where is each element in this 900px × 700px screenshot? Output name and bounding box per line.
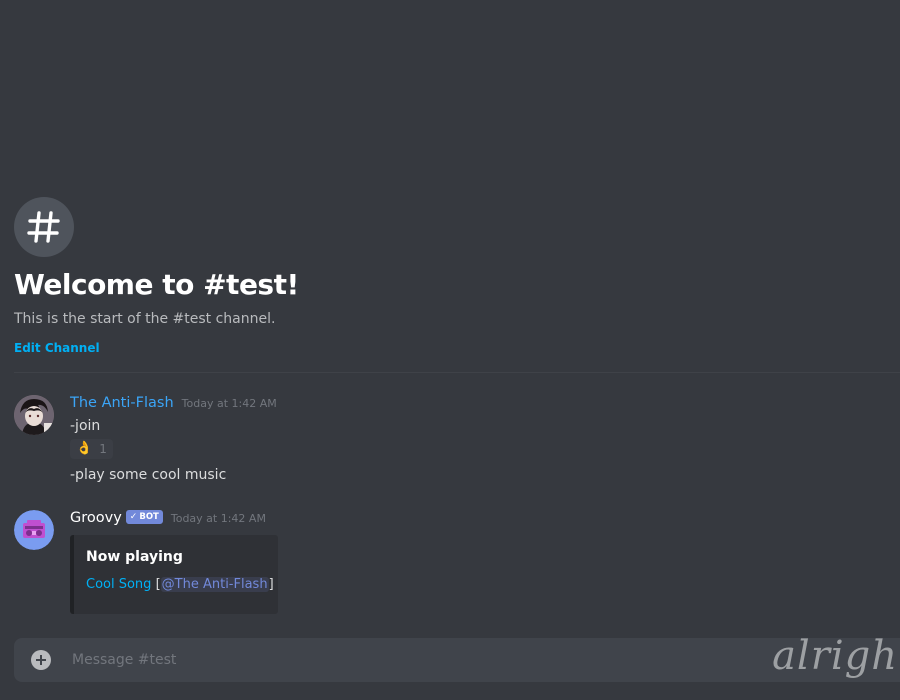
reaction-count: 1	[99, 441, 107, 456]
bracket-close: ]	[268, 577, 274, 592]
message-header: Groovy ✓ BOT Today at 1:42 AM	[70, 510, 884, 530]
username[interactable]: The Anti-Flash	[70, 395, 174, 411]
channel-description: This is the start of the #test channel.	[14, 311, 276, 327]
ok-hand-emoji-icon: 👌	[76, 441, 93, 456]
message-header: The Anti-Flash Today at 1:42 AM	[70, 395, 884, 415]
embed-card: Now playing Cool Song [@The Anti-Flash]	[70, 535, 278, 614]
timestamp: Today at 1:42 AM	[181, 397, 277, 410]
song-link[interactable]: Cool Song	[86, 577, 151, 592]
edit-channel-link[interactable]: Edit Channel	[14, 341, 100, 355]
message-text: -join	[70, 418, 101, 434]
embed-description: Cool Song [@The Anti-Flash]	[86, 576, 274, 594]
reaction-button[interactable]: 👌 1	[70, 438, 113, 459]
bot-badge-label: BOT	[139, 512, 159, 522]
username[interactable]: Groovy	[70, 510, 122, 526]
verified-check-icon: ✓	[129, 512, 138, 522]
message-content: Groovy ✓ BOT Today at 1:42 AM Now playin…	[70, 510, 884, 614]
hash-icon	[14, 197, 74, 257]
user-mention[interactable]: @The Anti-Flash	[160, 577, 269, 592]
embed-title: Now playing	[86, 549, 183, 565]
message-composer	[14, 638, 900, 682]
avatar[interactable]	[14, 395, 54, 435]
bracket-open: [	[155, 577, 161, 592]
page-title: Welcome to #test!	[14, 268, 299, 301]
avatar[interactable]	[14, 510, 54, 550]
bot-badge: ✓ BOT	[125, 510, 163, 524]
message-content: The Anti-Flash Today at 1:42 AM -join 👌 …	[70, 395, 884, 486]
divider	[14, 372, 900, 373]
message-input[interactable]	[70, 651, 774, 669]
plus-icon	[36, 655, 46, 665]
add-attachment-button[interactable]	[31, 650, 51, 670]
message-text: -play some cool music	[70, 466, 227, 483]
timestamp: Today at 1:42 AM	[170, 512, 266, 525]
chat-window: Welcome to #test! This is the start of t…	[0, 0, 900, 700]
channel-welcome: Welcome to #test! This is the start of t…	[14, 197, 884, 356]
